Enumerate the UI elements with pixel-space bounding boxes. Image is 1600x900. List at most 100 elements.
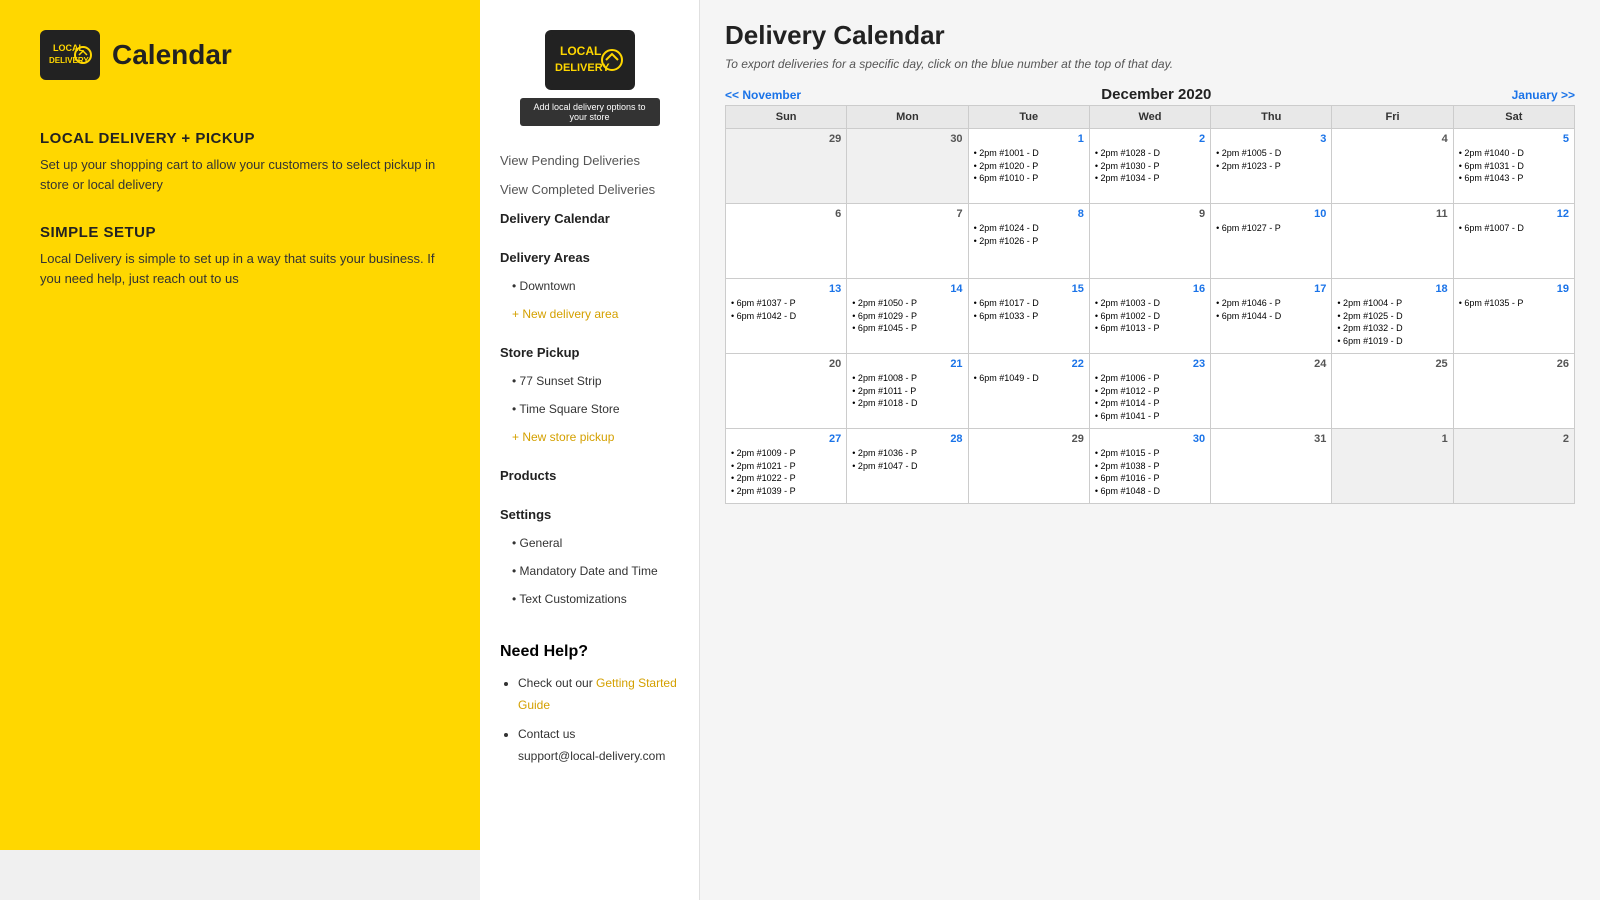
- weekday-sun: Sun: [726, 106, 847, 129]
- table-row: 1: [1332, 429, 1453, 504]
- delivery-item: • 6pm #1029 - P: [852, 311, 962, 323]
- sidebar-logo-area: LOCAL DELIVERY Add local delivery option…: [480, 20, 699, 136]
- sidebar-item-timesquare[interactable]: Time Square Store: [480, 395, 699, 423]
- delivery-item: • 6pm #1031 - D: [1459, 161, 1569, 173]
- table-row: 25: [1332, 354, 1453, 429]
- delivery-item: • 2pm #1039 - P: [731, 486, 841, 498]
- day-number[interactable]: 12: [1459, 208, 1569, 220]
- next-month-button[interactable]: January >>: [1512, 88, 1575, 102]
- section-local-delivery: LOCAL DELIVERY + PICKUP Set up your shop…: [40, 130, 440, 194]
- delivery-item: • 6pm #1010 - P: [974, 173, 1084, 185]
- table-row: 17• 2pm #1046 - P• 6pm #1044 - D: [1211, 279, 1332, 354]
- need-help-list: Check out our Getting Started Guide Cont…: [500, 673, 679, 767]
- day-number[interactable]: 16: [1095, 283, 1205, 295]
- table-row: 5• 2pm #1040 - D• 6pm #1031 - D• 6pm #10…: [1453, 129, 1574, 204]
- day-number[interactable]: 27: [731, 433, 841, 445]
- delivery-item: • 2pm #1024 - D: [974, 223, 1084, 235]
- left-logo: LOCAL DELIVERY: [40, 30, 100, 80]
- sidebar-item-text-customizations[interactable]: Text Customizations: [480, 585, 699, 613]
- day-number[interactable]: 23: [1095, 358, 1205, 370]
- day-number[interactable]: 22: [974, 358, 1084, 370]
- day-number: 6: [731, 208, 841, 220]
- day-number[interactable]: 8: [974, 208, 1084, 220]
- table-row: 14• 2pm #1050 - P• 6pm #1029 - P• 6pm #1…: [847, 279, 968, 354]
- sidebar-item-general[interactable]: General: [480, 529, 699, 557]
- table-row: 31: [1211, 429, 1332, 504]
- day-number[interactable]: 2: [1095, 133, 1205, 145]
- delivery-item: • 6pm #1035 - P: [1459, 298, 1569, 310]
- contact-email[interactable]: support@local-delivery.com: [518, 749, 665, 763]
- calendar-table: Sun Mon Tue Wed Thu Fri Sat 29301• 2pm #…: [725, 105, 1575, 504]
- delivery-item: • 2pm #1021 - P: [731, 461, 841, 473]
- day-number[interactable]: 5: [1459, 133, 1569, 145]
- sidebar-item-calendar[interactable]: Delivery Calendar: [480, 204, 699, 233]
- day-number: 24: [1216, 358, 1326, 370]
- day-number: 2: [1459, 433, 1569, 445]
- day-number[interactable]: 3: [1216, 133, 1326, 145]
- day-number[interactable]: 30: [1095, 433, 1205, 445]
- right-panel: LOCAL DELIVERY Add local delivery option…: [480, 0, 1600, 900]
- delivery-item: • 2pm #1020 - P: [974, 161, 1084, 173]
- delivery-item: • 2pm #1006 - P: [1095, 373, 1205, 385]
- sidebar-item-new-area[interactable]: + New delivery area: [480, 300, 699, 328]
- table-row: 13• 6pm #1037 - P• 6pm #1042 - D: [726, 279, 847, 354]
- section-heading-1: LOCAL DELIVERY + PICKUP: [40, 130, 440, 147]
- day-number: 7: [852, 208, 962, 220]
- delivery-item: • 2pm #1003 - D: [1095, 298, 1205, 310]
- table-row: 22 • 6pm #1049 - D: [968, 354, 1089, 429]
- weekday-thu: Thu: [1211, 106, 1332, 129]
- delivery-item: • 6pm #1043 - P: [1459, 173, 1569, 185]
- sidebar-add-button[interactable]: Add local delivery options to your store: [520, 98, 660, 126]
- table-row: 24: [1211, 354, 1332, 429]
- delivery-item: • 2pm #1036 - P: [852, 448, 962, 460]
- table-row: 23• 2pm #1006 - P• 2pm #1012 - P• 2pm #1…: [1089, 354, 1210, 429]
- sidebar: LOCAL DELIVERY Add local delivery option…: [480, 0, 700, 900]
- delivery-item: • 6pm #1033 - P: [974, 311, 1084, 323]
- table-row: 4: [1332, 129, 1453, 204]
- section-simple-setup: SIMPLE SETUP Local Delivery is simple to…: [40, 224, 440, 288]
- day-number[interactable]: 14: [852, 283, 962, 295]
- day-number[interactable]: 21: [852, 358, 962, 370]
- sidebar-item-pending[interactable]: View Pending Deliveries: [480, 146, 699, 175]
- delivery-item: • 2pm #1005 - D: [1216, 148, 1326, 160]
- sidebar-item-completed[interactable]: View Completed Deliveries: [480, 175, 699, 204]
- day-number[interactable]: 1: [974, 133, 1084, 145]
- weekday-sat: Sat: [1453, 106, 1574, 129]
- sidebar-item-mandatory-date[interactable]: Mandatory Date and Time: [480, 557, 699, 585]
- table-row: 26: [1453, 354, 1574, 429]
- need-help-title: Need Help?: [500, 643, 679, 661]
- delivery-item: • 2pm #1030 - P: [1095, 161, 1205, 173]
- sidebar-section-store-pickup: Store Pickup: [480, 338, 699, 367]
- delivery-item: • 6pm #1041 - P: [1095, 411, 1205, 423]
- need-help-section: Need Help? Check out our Getting Started…: [480, 623, 699, 787]
- delivery-item: • 6pm #1045 - P: [852, 323, 962, 335]
- delivery-item: • 2pm #1025 - D: [1337, 311, 1447, 323]
- day-number[interactable]: 15: [974, 283, 1084, 295]
- day-number[interactable]: 10: [1216, 208, 1326, 220]
- table-row: 15 • 6pm #1017 - D• 6pm #1033 - P: [968, 279, 1089, 354]
- table-row: 7: [847, 204, 968, 279]
- day-number[interactable]: 19: [1459, 283, 1569, 295]
- table-row: 20: [726, 354, 847, 429]
- delivery-item: • 6pm #1007 - D: [1459, 223, 1569, 235]
- prev-month-button[interactable]: << November: [725, 88, 801, 102]
- table-row: 16• 2pm #1003 - D• 6pm #1002 - D• 6pm #1…: [1089, 279, 1210, 354]
- table-row: 10 • 6pm #1027 - P: [1211, 204, 1332, 279]
- sidebar-item-new-store[interactable]: + New store pickup: [480, 423, 699, 451]
- calendar-nav: << November December 2020 January >>: [725, 86, 1575, 103]
- day-number: 29: [974, 433, 1084, 445]
- day-number[interactable]: 28: [852, 433, 962, 445]
- delivery-item: • 6pm #1017 - D: [974, 298, 1084, 310]
- table-row: 29: [968, 429, 1089, 504]
- delivery-item: • 6pm #1027 - P: [1216, 223, 1326, 235]
- day-number[interactable]: 17: [1216, 283, 1326, 295]
- delivery-item: • 6pm #1049 - D: [974, 373, 1084, 385]
- sidebar-item-77sunset[interactable]: 77 Sunset Strip: [480, 367, 699, 395]
- day-number[interactable]: 18: [1337, 283, 1447, 295]
- delivery-item: • 2pm #1012 - P: [1095, 386, 1205, 398]
- delivery-item: • 2pm #1011 - P: [852, 386, 962, 398]
- sidebar-item-downtown[interactable]: Downtown: [480, 272, 699, 300]
- day-number[interactable]: 13: [731, 283, 841, 295]
- current-month-title: December 2020: [1101, 86, 1211, 103]
- table-row: 9: [1089, 204, 1210, 279]
